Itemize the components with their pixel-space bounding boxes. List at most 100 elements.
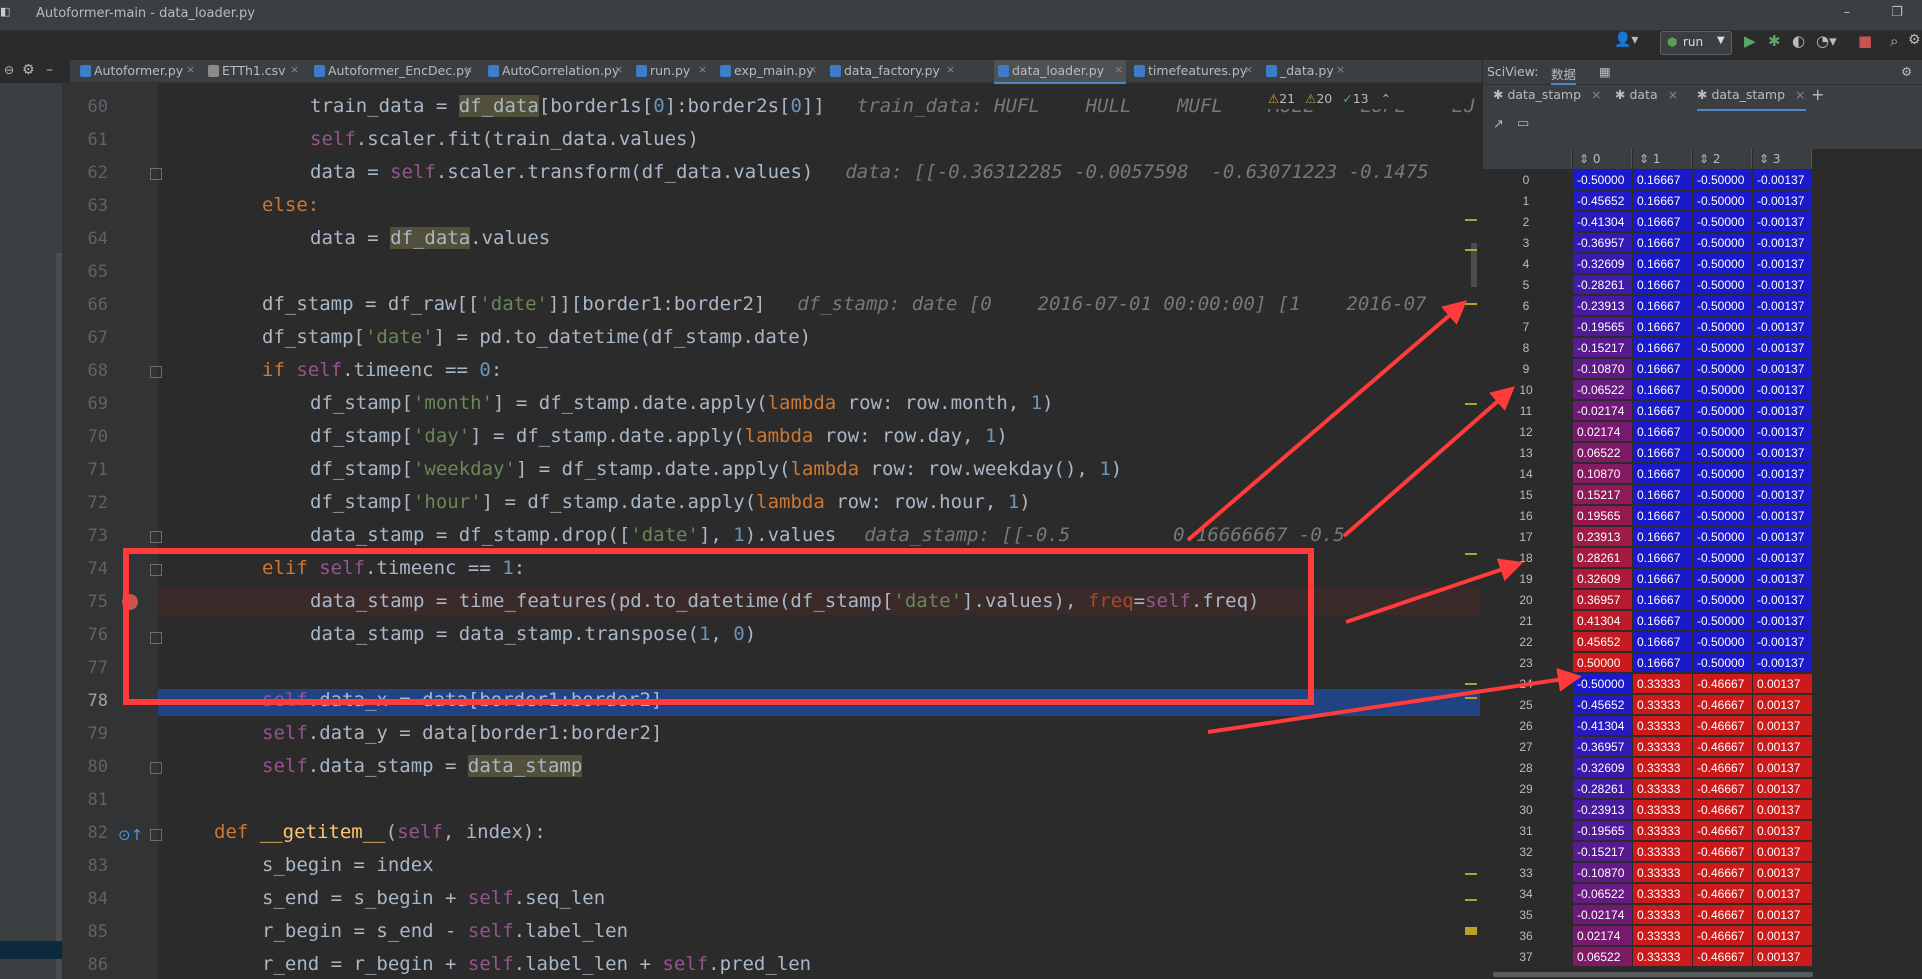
user-icon[interactable]: 👤▾: [1614, 32, 1638, 54]
settings-icon[interactable]: ⚙: [1908, 32, 1921, 54]
grid-cell[interactable]: 0.16667: [1633, 632, 1693, 652]
grid-horizontal-scrollbar[interactable]: [1493, 972, 1813, 977]
grid-cell[interactable]: -0.46667: [1693, 821, 1753, 841]
warning-mark[interactable]: [1465, 219, 1477, 221]
grid-cell[interactable]: 0.33333: [1633, 674, 1693, 694]
grid-cell[interactable]: -0.36957: [1573, 737, 1633, 757]
grid-cell[interactable]: -0.46667: [1693, 737, 1753, 757]
grid-cell[interactable]: -0.00137: [1753, 338, 1813, 358]
grid-cell[interactable]: 0.00137: [1753, 716, 1813, 736]
grid-cell[interactable]: 0.00137: [1753, 758, 1813, 778]
grid-cell[interactable]: 0.16667: [1633, 527, 1693, 547]
grid-cell[interactable]: 0.33333: [1633, 800, 1693, 820]
tab-run[interactable]: run.py ×: [632, 60, 710, 82]
grid-cell[interactable]: 0.16667: [1633, 254, 1693, 274]
grid-cell[interactable]: 0.32609: [1573, 569, 1633, 589]
grid-cell[interactable]: -0.50000: [1693, 464, 1753, 484]
tab-autocorrelation[interactable]: AutoCorrelation.py ×: [484, 60, 626, 82]
grid-cell[interactable]: -0.00137: [1753, 653, 1813, 673]
close-icon[interactable]: ×: [464, 63, 473, 76]
grid-cell[interactable]: -0.00137: [1753, 569, 1813, 589]
grid-cell[interactable]: 0.16667: [1633, 485, 1693, 505]
grid-cell[interactable]: 0.16667: [1633, 401, 1693, 421]
grid-cell[interactable]: 0.33333: [1633, 716, 1693, 736]
grid-cell[interactable]: -0.46667: [1693, 926, 1753, 946]
tab-data[interactable]: _data.py ×: [1262, 60, 1348, 82]
close-icon[interactable]: ×: [1244, 63, 1253, 76]
stop-icon[interactable]: ■: [1858, 32, 1872, 54]
grid-cell[interactable]: -0.00137: [1753, 590, 1813, 610]
close-icon[interactable]: ×: [1114, 63, 1123, 76]
grid-cell[interactable]: -0.41304: [1573, 212, 1633, 232]
grid-cell[interactable]: -0.50000: [1693, 422, 1753, 442]
tab-data-loader[interactable]: data_loader.py ×: [994, 60, 1126, 84]
grid-cell[interactable]: 0.50000: [1573, 653, 1633, 673]
grid-cell[interactable]: -0.50000: [1693, 233, 1753, 253]
grid-cell[interactable]: -0.46667: [1693, 842, 1753, 862]
grid-cell[interactable]: -0.46667: [1693, 779, 1753, 799]
grid-cell[interactable]: -0.00137: [1753, 506, 1813, 526]
close-icon[interactable]: ×: [698, 63, 707, 76]
column-header[interactable]: ⇕ 0: [1573, 149, 1632, 169]
code-editor[interactable]: train_data = df_data[border1s[0]:border2…: [158, 83, 1480, 979]
close-icon[interactable]: ×: [614, 63, 623, 76]
sv-tab-data-stamp-2[interactable]: ✱ data_stamp ×: [1697, 87, 1806, 111]
grid-cell[interactable]: 0.16667: [1633, 359, 1693, 379]
data-grid[interactable]: ⇕ 0 ⇕ 1 ⇕ 2 ⇕ 3 0 -0.50000 0.16667 -0.50000 -0.0…: [1483, 149, 1922, 979]
gear-icon[interactable]: ⚙: [22, 62, 35, 78]
grid-cell[interactable]: -0.50000: [1693, 296, 1753, 316]
grid-cell[interactable]: -0.00137: [1753, 422, 1813, 442]
grid-cell[interactable]: -0.23913: [1573, 800, 1633, 820]
warning-mark[interactable]: [1465, 873, 1477, 875]
tab-data-factory[interactable]: data_factory.py ×: [826, 60, 958, 82]
grid-cell[interactable]: -0.50000: [1693, 443, 1753, 463]
grid-cell[interactable]: -0.50000: [1693, 548, 1753, 568]
profile-icon[interactable]: ◔▾: [1816, 32, 1837, 54]
grid-cell[interactable]: 0.16667: [1633, 506, 1693, 526]
grid-cell[interactable]: -0.06522: [1573, 884, 1633, 904]
grid-cell[interactable]: 0.00137: [1753, 674, 1813, 694]
close-icon[interactable]: ×: [186, 63, 195, 76]
grid-cell[interactable]: -0.36957: [1573, 233, 1633, 253]
grid-cell[interactable]: 0.23913: [1573, 527, 1633, 547]
column-header[interactable]: ⇕ 2: [1693, 149, 1752, 169]
close-icon[interactable]: ×: [808, 63, 817, 76]
close-icon[interactable]: ×: [1668, 87, 1678, 102]
grid-cell[interactable]: 0.36957: [1573, 590, 1633, 610]
grid-cell[interactable]: 0.16667: [1633, 191, 1693, 211]
warning-mark[interactable]: [1465, 303, 1477, 305]
grid-cell[interactable]: 0.33333: [1633, 737, 1693, 757]
grid-cell[interactable]: -0.50000: [1693, 653, 1753, 673]
grid-cell[interactable]: -0.50000: [1693, 170, 1753, 190]
grid-cell[interactable]: 0.16667: [1633, 275, 1693, 295]
grid-cell[interactable]: -0.32609: [1573, 254, 1633, 274]
warning-mark[interactable]: [1465, 249, 1477, 251]
grid-cell[interactable]: 0.33333: [1633, 758, 1693, 778]
collapse-icon[interactable]: ⊖: [4, 63, 14, 77]
grid-cell[interactable]: -0.00137: [1753, 191, 1813, 211]
grid-cell[interactable]: 0.16667: [1633, 569, 1693, 589]
grid-cell[interactable]: 0.15217: [1573, 485, 1633, 505]
grid-cell[interactable]: 0.16667: [1633, 548, 1693, 568]
grid-cell[interactable]: -0.50000: [1693, 254, 1753, 274]
grid-cell[interactable]: -0.50000: [1693, 191, 1753, 211]
grid-cell[interactable]: -0.10870: [1573, 359, 1633, 379]
grid-cell[interactable]: 0.00137: [1753, 842, 1813, 862]
grid-cell[interactable]: -0.19565: [1573, 821, 1633, 841]
close-icon[interactable]: ×: [1795, 87, 1805, 102]
grid-cell[interactable]: 0.00137: [1753, 863, 1813, 883]
tab-timefeatures[interactable]: timefeatures.py ×: [1130, 60, 1256, 82]
grid-cell[interactable]: -0.00137: [1753, 359, 1813, 379]
grid-cell[interactable]: 0.16667: [1633, 653, 1693, 673]
coverage-icon[interactable]: ◐: [1792, 32, 1805, 54]
grid-cell[interactable]: 0.00137: [1753, 884, 1813, 904]
open-external-icon[interactable]: ↗: [1493, 117, 1504, 132]
grid-cell[interactable]: -0.46667: [1693, 674, 1753, 694]
warning-mark[interactable]: [1465, 683, 1477, 685]
grid-cell[interactable]: -0.00137: [1753, 212, 1813, 232]
chevron-up-icon[interactable]: ⌃: [1381, 91, 1391, 106]
column-header[interactable]: ⇕ 1: [1633, 149, 1692, 169]
grid-cell[interactable]: -0.00137: [1753, 443, 1813, 463]
grid-cell[interactable]: -0.00137: [1753, 296, 1813, 316]
grid-cell[interactable]: -0.46667: [1693, 947, 1753, 967]
